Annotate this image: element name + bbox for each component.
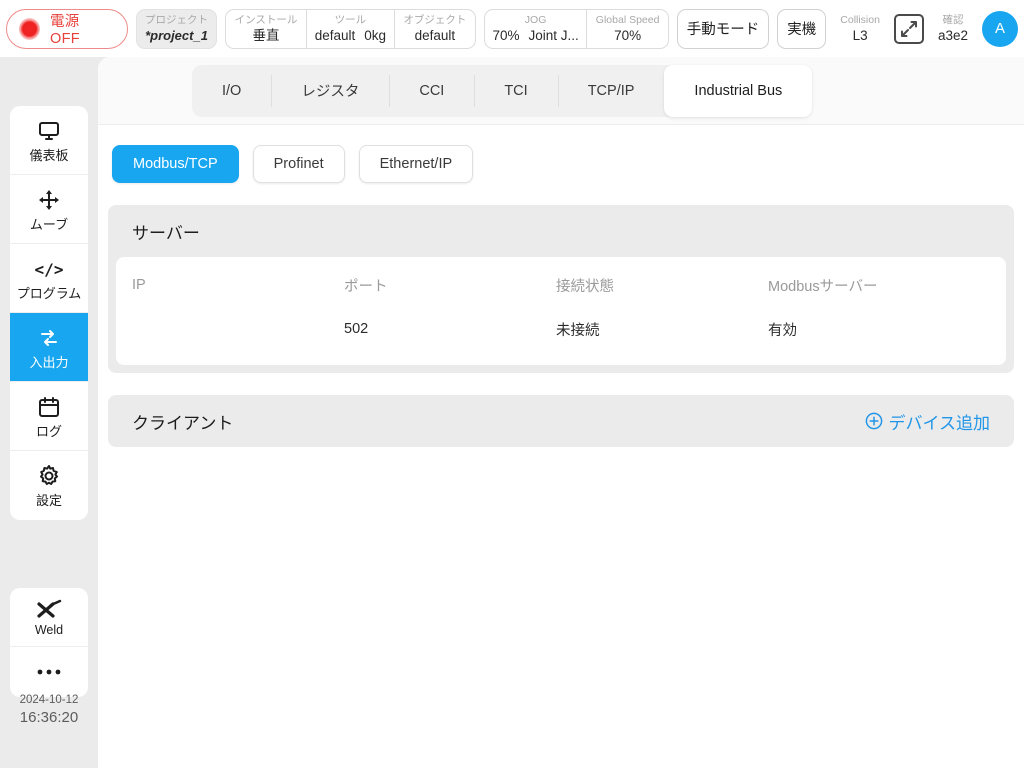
confirm-status: 確認 a3e2 [932,14,974,44]
code-icon: </> [35,256,63,282]
column-header-status: 接続状態 [556,278,614,295]
global-speed-caption: Global Speed [595,13,660,26]
gear-icon [37,463,61,489]
sidebar-item-settings[interactable]: 設定 [10,451,88,520]
cell-port: 502 [344,321,369,337]
server-table: IP ポート 接続状態 Modbusサーバー 502 未接続 有効 [116,257,1006,365]
server-table-wrap: IP ポート 接続状態 Modbusサーバー 502 未接続 有効 [108,257,1014,373]
installation-value: 垂直 [252,27,280,43]
tab-industrial-bus[interactable]: Industrial Bus [664,64,813,117]
manual-mode-button[interactable]: 手動モード [676,8,770,49]
subtab-profinet[interactable]: Profinet [252,145,345,183]
project-value: *project_1 [145,27,208,43]
power-button-label: 電源OFF [49,14,80,47]
client-section-title: クライアント [132,413,234,433]
clock-date: 2024-10-12 [19,694,79,706]
jog-mode: Joint J... [528,27,579,43]
project-caption: プロジェクト [145,13,208,26]
sidebar-item-label: 設定 [35,493,62,508]
tool-caption: ツール [334,13,367,26]
sidebar-clock: 2024-10-12 16:36:20 [10,692,88,727]
table-row[interactable]: 502 未接続 有効 [132,307,990,351]
column-header-ip: IP [132,277,146,293]
sidebar-item-dashboard[interactable]: 儀表板 [10,106,88,175]
sidebar-item-label: ムーブ [29,216,69,232]
svg-text:</>: </> [35,260,63,279]
collision-status: Collision L3 [834,14,886,44]
move-arrows-icon [37,187,61,213]
client-section: クライアント デバイス追加 [108,395,1014,747]
tool-value: default [314,27,356,43]
sidebar-item-label: 儀表板 [29,147,69,163]
cell-connection: 未接続 [556,322,600,339]
sidebar-tools-group: Weld [10,588,88,697]
server-section-header: サーバー [108,205,1014,257]
installation-tool-object-chip[interactable]: インストール 垂直 ツール default 0kg オブジェクト default [225,8,476,49]
server-table-header-row: IP ポート 接続状態 Modbusサーバー [132,263,990,307]
sidebar-item-label: ログ [35,423,62,439]
subtab-modbus-tcp[interactable]: Modbus/TCP [112,145,239,183]
main-tab-group: I/O レジスタ CCI TCI TCP/IP Industrial Bus [192,64,813,117]
sidebar-tool-more[interactable] [10,647,88,697]
tab-cci[interactable]: CCI [389,65,474,117]
object-cell[interactable]: オブジェクト default [394,9,475,48]
jog-percent: 70% [492,27,520,43]
avatar[interactable]: A [982,10,1018,47]
sidebar-item-label: 入出力 [29,354,69,370]
installation-cell[interactable]: インストール 垂直 [226,10,305,48]
speed-chip[interactable]: JOG 70% Joint J... Global Speed 70% [483,8,669,49]
object-caption: オブジェクト [403,13,467,26]
plus-circle-icon [865,412,883,430]
confirm-caption: 確認 [942,13,964,26]
object-value: default [414,27,456,43]
server-section-title: サーバー [132,223,200,243]
power-indicator-icon [19,17,40,40]
clock-time: 16:36:20 [19,709,79,726]
sidebar-item-move[interactable]: ムーブ [10,175,88,244]
real-machine-button[interactable]: 実機 [777,8,827,49]
tool-payload: 0kg [364,27,387,43]
global-speed-cell[interactable]: Global Speed 70% [586,9,667,48]
jog-caption: JOG [524,13,547,26]
weld-torch-icon [35,597,63,623]
top-status-bar: 電源OFF プロジェクト *project_1 インストール 垂直 ツール de… [0,0,1024,57]
more-dots-icon [36,659,62,685]
sidebar-item-io[interactable]: 入出力 [10,313,88,382]
confirm-value: a3e2 [937,27,968,43]
tab-io[interactable]: I/O [192,65,271,117]
add-device-label: デバイス追加 [888,413,991,433]
power-toggle-button[interactable]: 電源OFF [6,8,128,49]
subtab-ethernet-ip[interactable]: Ethernet/IP [358,145,474,183]
jog-cell[interactable]: JOG 70% Joint J... [485,10,587,48]
sidebar-tool-label: Weld [34,623,64,637]
client-list-empty-area [108,447,1014,747]
installation-caption: インストール [234,13,298,26]
tab-tcpip[interactable]: TCP/IP [557,65,665,117]
io-sync-icon [37,325,61,351]
main-tab-bar: I/O レジスタ CCI TCI TCP/IP Industrial Bus [98,57,1024,125]
calendar-icon [37,394,61,420]
primary-sidebar: 儀表板 ムーブ </> プログラム 入出力 ログ 設定 [10,106,88,520]
global-speed-value: 70% [614,27,642,43]
sidebar-item-label: プログラム [16,285,82,301]
column-header-modbus-server: Modbusサーバー [768,278,878,295]
protocol-subtab-bar: Modbus/TCP Profinet Ethernet/IP [98,125,1024,183]
server-section: サーバー IP ポート 接続状態 Modbusサーバー 502 未接続 有効 [108,205,1014,373]
sidebar-tool-weld[interactable]: Weld [10,588,88,647]
client-section-header: クライアント デバイス追加 [108,395,1014,447]
collision-caption: Collision [840,13,880,26]
add-device-button[interactable]: デバイス追加 [865,409,991,434]
sidebar-item-program[interactable]: </> プログラム [10,244,88,313]
monitor-icon [37,118,61,144]
project-chip[interactable]: プロジェクト *project_1 [135,8,218,49]
tab-tci[interactable]: TCI [474,65,557,117]
main-panel: I/O レジスタ CCI TCI TCP/IP Industrial Bus M… [98,57,1024,768]
sidebar-item-log[interactable]: ログ [10,382,88,451]
collision-value: L3 [852,27,868,43]
tab-register[interactable]: レジスタ [271,65,389,117]
expand-icon[interactable] [893,13,924,44]
column-header-port: ポート [344,278,388,295]
cell-modbus-server: 有効 [768,322,797,339]
tool-cell[interactable]: ツール default 0kg [305,9,394,48]
